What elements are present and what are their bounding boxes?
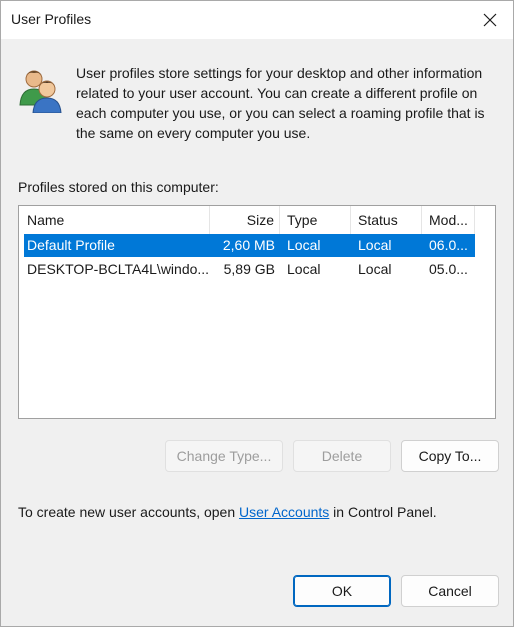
dialog-body: User profiles store settings for your de…: [1, 39, 513, 626]
cell-modified: 06.0...: [429, 237, 468, 253]
column-header-type[interactable]: Type: [280, 206, 351, 234]
table-row[interactable]: DESKTOP-BCLTA4L\windo... 5,89 GB Local L…: [24, 258, 475, 281]
cell-name: DESKTOP-BCLTA4L\windo...: [27, 261, 210, 277]
cell-type: Local: [287, 261, 321, 277]
cell-size: 5,89 GB: [223, 261, 275, 277]
delete-button[interactable]: Delete: [293, 440, 391, 472]
title-bar: User Profiles: [1, 1, 513, 39]
user-profiles-dialog: User Profiles User profiles store settin…: [0, 0, 514, 627]
cell-modified: 05.0...: [429, 261, 468, 277]
footer-suffix: in Control Panel.: [329, 504, 437, 520]
copy-to-button[interactable]: Copy To...: [401, 440, 499, 472]
users-icon: [19, 70, 62, 113]
profiles-list-label: Profiles stored on this computer:: [18, 179, 219, 195]
column-header-name[interactable]: Name: [24, 206, 210, 234]
footer-prefix: To create new user accounts, open: [18, 504, 240, 520]
table-row[interactable]: Default Profile 2,60 MB Local Local 06.0…: [24, 234, 475, 257]
cancel-button[interactable]: Cancel: [401, 575, 499, 607]
window-title: User Profiles: [11, 11, 92, 27]
cell-type: Local: [287, 237, 321, 253]
user-accounts-link[interactable]: User Accounts: [239, 504, 329, 520]
column-header-status[interactable]: Status: [351, 206, 422, 234]
ok-button[interactable]: OK: [293, 575, 391, 607]
footer-text: To create new user accounts, open User A…: [18, 504, 437, 520]
cell-size: 2,60 MB: [222, 237, 275, 253]
column-header-size[interactable]: Size: [210, 206, 280, 234]
cell-status: Local: [358, 237, 392, 253]
change-type-button[interactable]: Change Type...: [165, 440, 283, 472]
intro-description: User profiles store settings for your de…: [76, 65, 485, 141]
cell-status: Local: [358, 261, 392, 277]
close-button[interactable]: [467, 1, 513, 39]
cell-name: Default Profile: [27, 237, 115, 253]
close-icon: [483, 13, 497, 27]
column-header-modified[interactable]: Mod...: [422, 206, 475, 234]
profiles-list[interactable]: Name Size Type Status Mod... Default Pro…: [18, 205, 496, 419]
